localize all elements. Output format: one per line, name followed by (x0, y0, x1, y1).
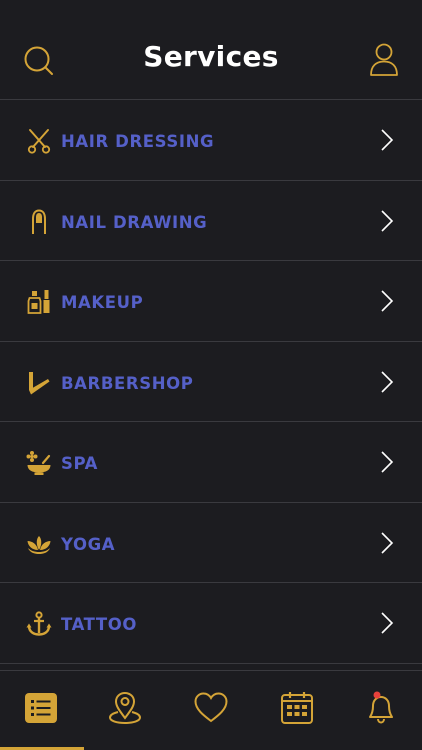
scissors-icon (27, 129, 51, 154)
anchor-icon (26, 611, 52, 636)
services-list: HAIR DRESSING NAIL DRAWING MAKEUP BARBER… (0, 100, 422, 664)
chevron-right-icon (381, 129, 394, 151)
location-icon (108, 691, 142, 725)
service-row-tattoo[interactable]: TATTOO (0, 583, 422, 664)
chevron-right-icon (381, 612, 394, 634)
service-row-spa[interactable]: SPA (0, 422, 422, 503)
service-row-yoga[interactable]: YOGA (0, 503, 422, 583)
service-label: TATTOO (61, 615, 138, 634)
tab-favorites[interactable] (193, 690, 229, 726)
tab-map[interactable] (107, 690, 143, 726)
tab-calendar[interactable] (279, 690, 315, 726)
razor-icon (29, 371, 50, 394)
profile-button[interactable] (368, 42, 400, 78)
page-title: Services (143, 40, 279, 73)
nail-icon (32, 208, 46, 234)
service-label: YOGA (61, 534, 116, 554)
header: Services (0, 0, 422, 100)
tab-list[interactable] (23, 690, 59, 726)
service-label: HAIR DRESSING (61, 132, 215, 151)
service-label: SPA (61, 454, 99, 473)
chevron-right-icon (381, 451, 394, 473)
notification-badge (373, 691, 381, 699)
service-row-makeup[interactable]: MAKEUP (0, 261, 422, 342)
spa-icon (26, 451, 51, 475)
list-icon (25, 693, 57, 723)
heart-icon (194, 692, 228, 723)
service-label: BARBERSHOP (61, 373, 194, 393)
service-label: MAKEUP (61, 293, 144, 312)
chevron-right-icon (381, 290, 394, 312)
chevron-right-icon (381, 209, 394, 232)
user-icon (370, 43, 398, 76)
tab-notifications[interactable] (363, 690, 399, 726)
calendar-icon (281, 692, 313, 724)
service-row-barbershop[interactable]: BARBERSHOP (0, 342, 422, 422)
tab-bar (0, 670, 422, 750)
bell-icon (369, 691, 393, 724)
lotus-icon (27, 535, 51, 554)
service-row-hair-dressing[interactable]: HAIR DRESSING (0, 100, 422, 181)
service-row-nail-drawing[interactable]: NAIL DRAWING (0, 181, 422, 261)
makeup-icon (27, 290, 50, 314)
chevron-right-icon (381, 531, 394, 554)
chevron-right-icon (381, 370, 394, 393)
service-label: NAIL DRAWING (61, 212, 208, 232)
